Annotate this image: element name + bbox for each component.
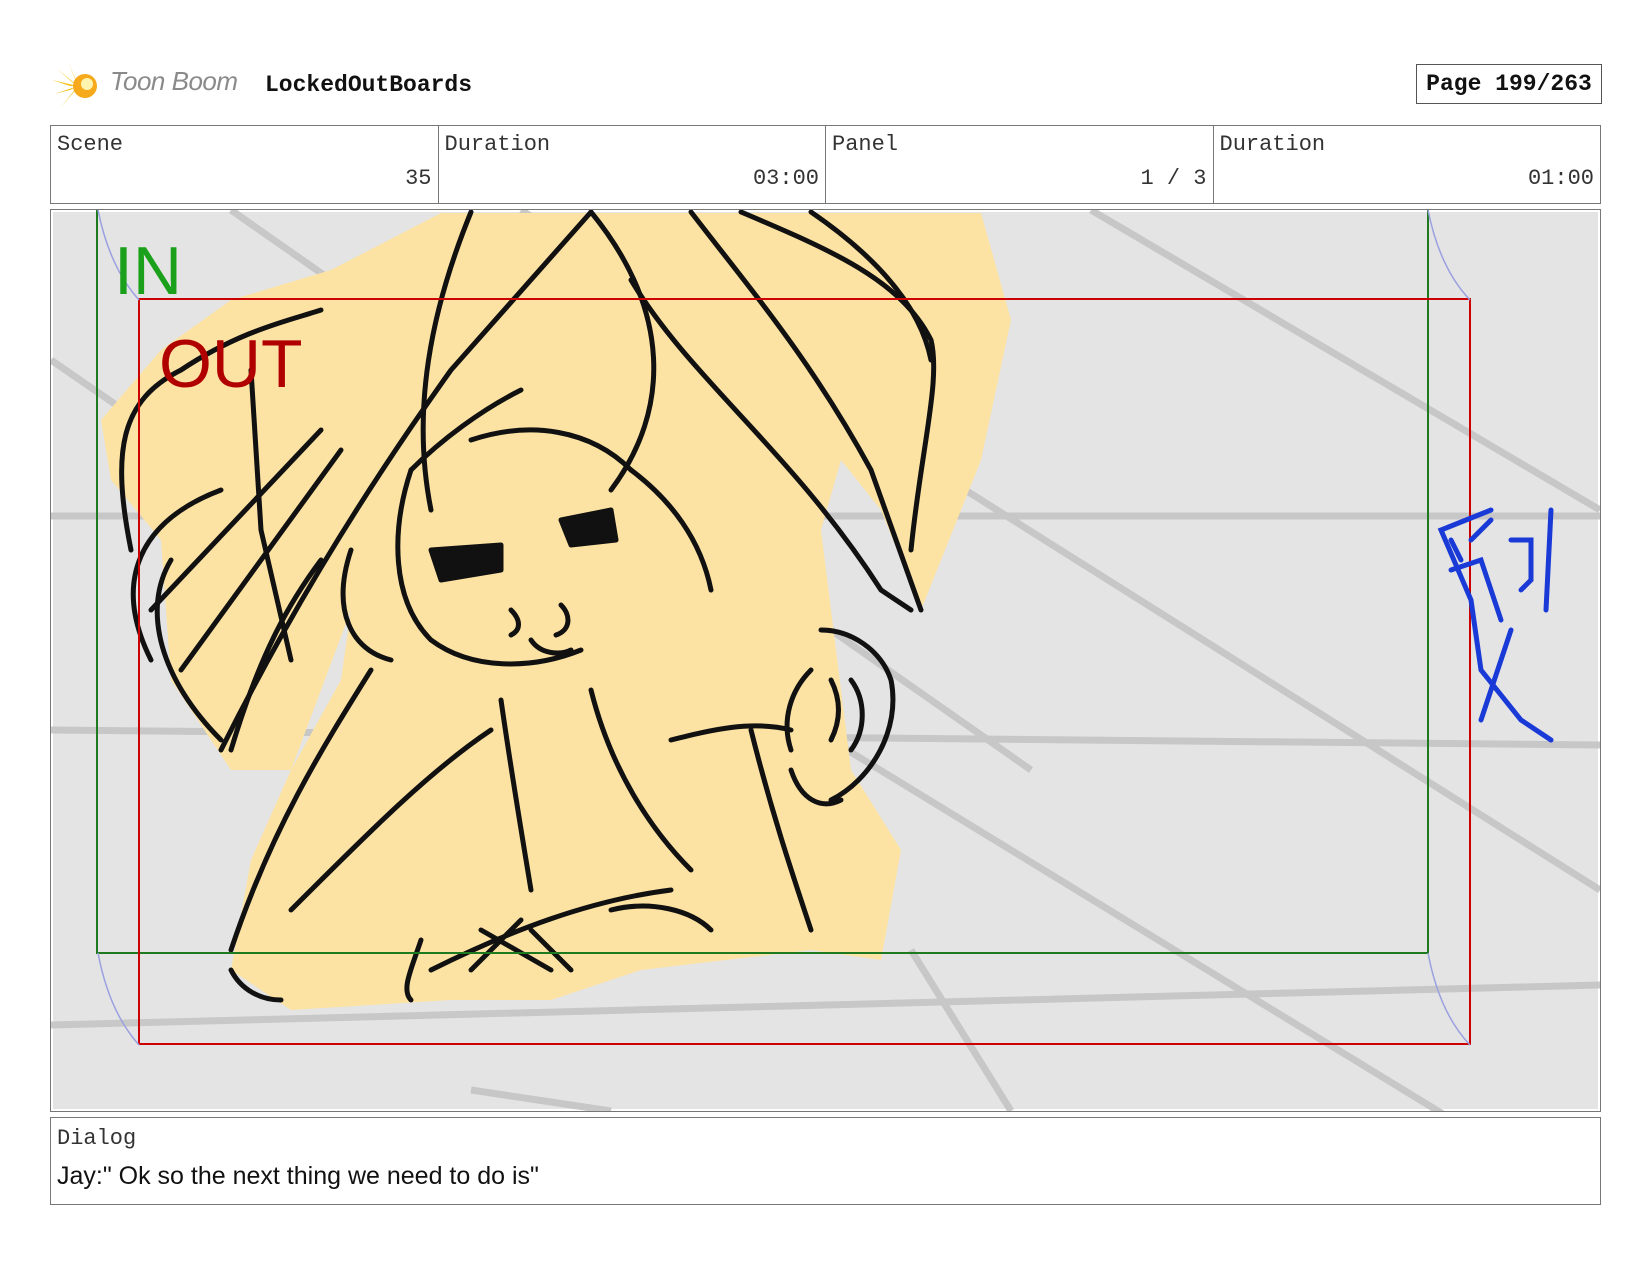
scene-cell: Scene 35	[51, 126, 439, 203]
scene-duration-label: Duration	[444, 132, 551, 157]
storyboard-header: Toon Boom LockedOutBoards Page 199/263	[52, 56, 1612, 112]
dialog-box: Dialog Jay:" Ok so the next thing we nee…	[50, 1117, 1601, 1205]
panel-cell: Panel 1 / 3	[826, 126, 1214, 203]
panel-value: 1 / 3	[1140, 166, 1207, 191]
panel-duration-cell: Duration 01:00	[1214, 126, 1601, 203]
in-frame-label: IN	[114, 233, 182, 309]
scene-label: Scene	[57, 132, 124, 157]
panel-duration-value: 01:00	[1527, 166, 1594, 191]
out-frame-label: OUT	[159, 326, 303, 402]
dialog-label: Dialog	[57, 1126, 137, 1151]
scene-info-table: Scene 35 Duration 03:00 Panel 1 / 3 Dura…	[50, 125, 1601, 204]
scene-value: 35	[405, 166, 432, 191]
toon-boom-logo-icon	[52, 62, 97, 108]
project-title: LockedOutBoards	[265, 72, 473, 98]
brand-name: Toon Boom	[110, 66, 238, 96]
storyboard-panel: IN OUT	[50, 209, 1601, 1112]
panel-label: Panel	[832, 132, 899, 157]
panel-duration-label: Duration	[1219, 132, 1326, 157]
dialog-text: Jay:" Ok so the next thing we need to do…	[57, 1162, 539, 1190]
page-indicator: Page 199/263	[1416, 64, 1602, 104]
scene-duration-cell: Duration 03:00	[439, 126, 826, 203]
scene-duration-value: 03:00	[752, 166, 819, 191]
